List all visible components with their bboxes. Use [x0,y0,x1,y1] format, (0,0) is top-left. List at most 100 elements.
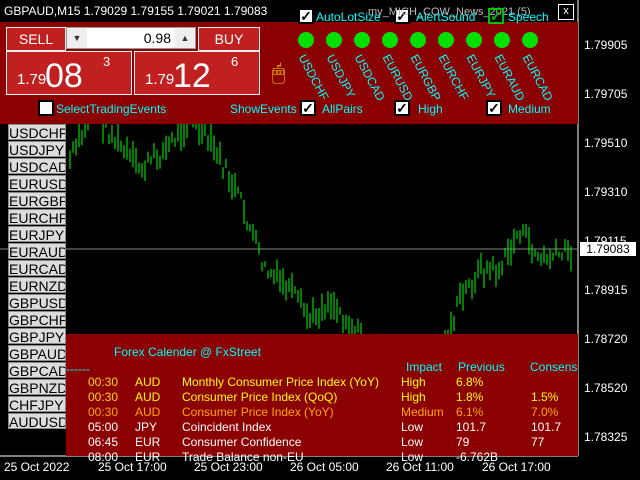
calendar-cell-prev: -6.762B [456,450,499,464]
indicator-name: my_MICH_COW_News_2021 (5) [368,6,531,18]
pair-status-dot [466,32,482,48]
allpairs-checkbox[interactable]: ✓ [300,100,316,116]
sell-button[interactable]: SELL [6,27,66,51]
symbol-button[interactable]: GBPCHF [8,311,66,327]
calendar-title: Forex Calender @ FxStreet [114,345,261,359]
price-tick: 1.79310 [584,185,628,199]
symbol-button[interactable]: EURAUD [8,243,66,259]
lot-size-stepper[interactable]: ▼ 0.98 ▲ [66,27,196,49]
price-tick: 1.78520 [584,381,628,395]
calendar-cell-prev: 6.1% [456,405,484,419]
ask-sup: 6 [231,54,239,69]
symbol-button[interactable]: GBPAUD [8,345,66,361]
calendar-cell-cur: AUD [135,405,161,419]
calendar-cell-event: Consumer Price Index (QoQ) [182,390,338,404]
calendar-cell-prev: 79 [456,435,470,449]
price-tick: 1.79905 [584,38,628,52]
calendar-cell-time: 08:00 [88,450,119,464]
lot-increase-icon[interactable]: ▲ [175,28,195,48]
price-tick: 1.79705 [584,87,628,101]
speech-label: Speech [508,10,549,24]
pair-status-dot [438,32,454,48]
bid-big: 08 [45,57,83,95]
calendar-cell-impact: Low [401,435,424,449]
lot-decrease-icon[interactable]: ▼ [67,28,87,48]
close-button[interactable]: x [558,4,574,20]
symbol-button[interactable]: EURUSD [8,175,66,191]
bid-quote[interactable]: 1.79 08 3 [6,51,132,95]
price-tick: 1.78915 [584,283,628,297]
calendar-dashes: ------ [66,362,90,376]
pair-status-dot [326,32,342,48]
header-consensus: Consens [530,360,578,374]
calendar-cell-time: 05:00 [88,420,119,434]
calendar-cell-impact: High [401,375,426,389]
symbol-button[interactable]: EURCAD [8,260,66,276]
pair-status-dot [354,32,370,48]
show-events-label: ShowEvents [230,102,297,116]
mouse-icon: 🖱 [272,60,286,85]
price-tick: 1.79510 [584,136,628,150]
ask-big: 12 [173,57,211,95]
pair-status-dot [382,32,398,48]
price-tick: 1.78720 [584,332,628,346]
calendar-cell-event: Monthly Consumer Price Index (YoY) [182,375,379,389]
symbol-button[interactable]: EURGBP [8,192,66,208]
calendar-cell-time: 00:30 [88,375,119,389]
symbol-button[interactable]: GBPNZD [8,379,66,395]
autolot-checkbox[interactable]: ✓ [298,8,314,24]
calendar-cell-time: 00:30 [88,405,119,419]
symbol-button[interactable]: USDCAD [8,158,66,174]
time-tick: 25 Oct 2022 [4,460,70,474]
current-price-tag: 1.79083 [580,242,636,256]
medium-checkbox[interactable]: ✓ [486,100,502,116]
symbol-button[interactable]: EURJPY [8,226,66,242]
ask-prefix: 1.79 [145,71,175,88]
bid-prefix: 1.79 [17,71,47,88]
calendar-cell-impact: Medium [401,405,444,419]
header-previous: Previous [458,360,505,374]
pair-status-dot [522,32,538,48]
calendar-cell-impact: High [401,390,426,404]
calendar-cell-prev: 6.8% [456,375,484,389]
calendar-cell-event: Coincident Index [182,420,272,434]
buy-button[interactable]: BUY [198,27,260,51]
calendar-cell-cur: JPY [135,420,158,434]
lot-size-value[interactable]: 0.98 [91,28,171,48]
window-title: GBPAUD,M15 1.79029 1.79155 1.79021 1.790… [4,4,268,18]
calendar-cell-cons: 101.7 [531,420,562,434]
calendar-cell-cons: 7.0% [531,405,559,419]
calendar-cell-time: 06:45 [88,435,119,449]
pair-status-dot [410,32,426,48]
symbol-button[interactable]: EURCHF [8,209,66,225]
symbol-button[interactable]: EURNZD [8,277,66,293]
ask-quote[interactable]: 1.79 12 6 [134,51,260,95]
calendar-cell-cons: 77 [531,435,545,449]
calendar-cell-cons: 1.5% [531,390,559,404]
select-events-label: SelectTradingEvents [56,102,167,116]
calendar-cell-cur: EUR [135,435,161,449]
pair-status-dot [494,32,510,48]
symbol-button[interactable]: CHFJPY [8,396,66,412]
calendar-cell-cur: AUD [135,375,161,389]
select-events-checkbox[interactable] [38,100,54,116]
symbol-button[interactable]: USDJPY [8,141,66,157]
calendar-cell-prev: 1.8% [456,390,484,404]
symbol-button[interactable]: GBPCAD [8,362,66,378]
calendar-cell-impact: Low [401,450,424,464]
high-label: High [418,102,443,116]
symbol-button[interactable]: AUDUSD [8,413,66,429]
header-impact: Impact [406,360,443,374]
symbol-button[interactable]: GBPUSD [8,294,66,310]
speech-checkbox[interactable]: ✓ [488,8,504,24]
symbol-button[interactable]: USDCHF [8,124,66,140]
medium-label: Medium [508,102,551,116]
calendar-cell-time: 00:30 [88,390,119,404]
calendar-cell-impact: Low [401,420,424,434]
price-tick: 1.78325 [584,430,628,444]
calendar-cell-event: Consumer Confidence [182,435,302,449]
symbol-button[interactable]: GBPJPY [8,328,66,344]
bid-sup: 3 [103,54,111,69]
high-checkbox[interactable]: ✓ [394,100,410,116]
one-click-trading: SELL ▼ 0.98 ▲ BUY 1.79 08 3 1.79 12 6 [6,27,260,95]
